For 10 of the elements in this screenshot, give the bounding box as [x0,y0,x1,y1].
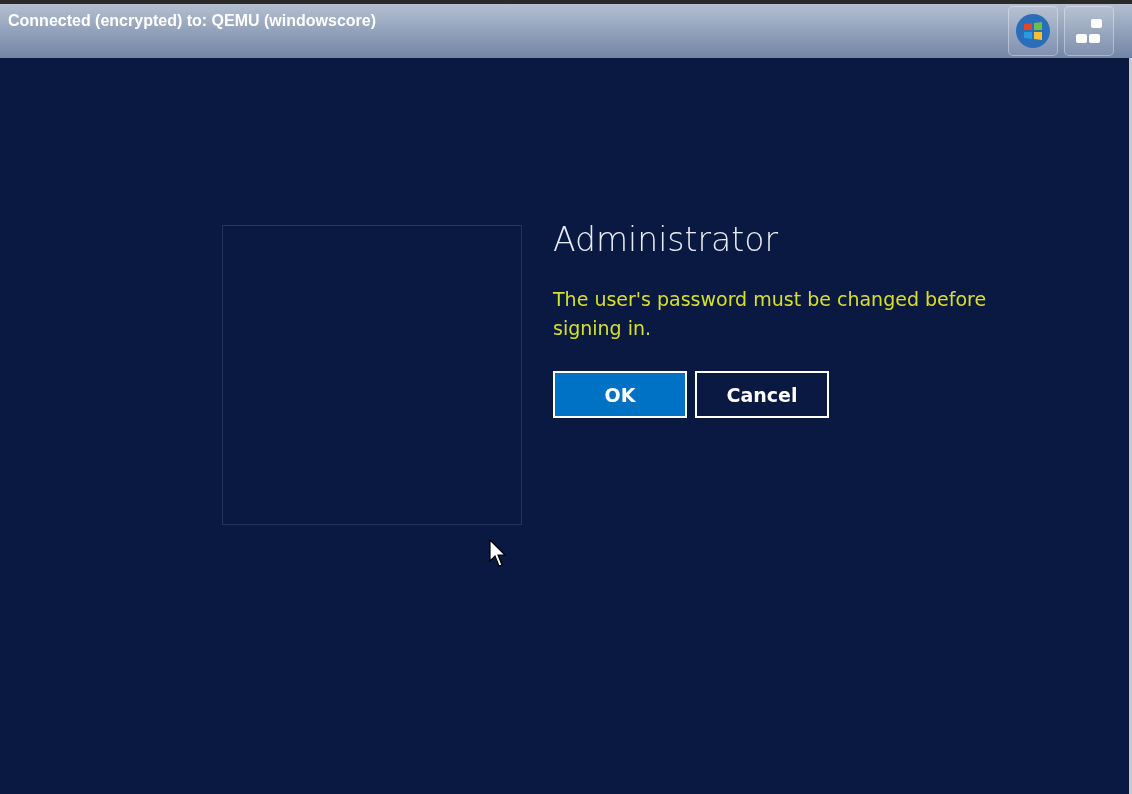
cancel-button[interactable]: Cancel [695,371,829,418]
start-orb-button[interactable] [1008,6,1058,56]
mouse-pointer-icon [489,539,509,569]
windows-arrangement-icon [1074,17,1104,45]
status-message: The user's password must be changed before signing in. [553,287,988,341]
connection-title: Connected (encrypted) to: QEMU (windowscore) [8,12,376,30]
user-name: Administrator [553,220,779,259]
windows-logo-icon [1015,13,1051,49]
ok-button[interactable]: OK [553,371,687,418]
display-layout-button[interactable] [1064,6,1114,56]
